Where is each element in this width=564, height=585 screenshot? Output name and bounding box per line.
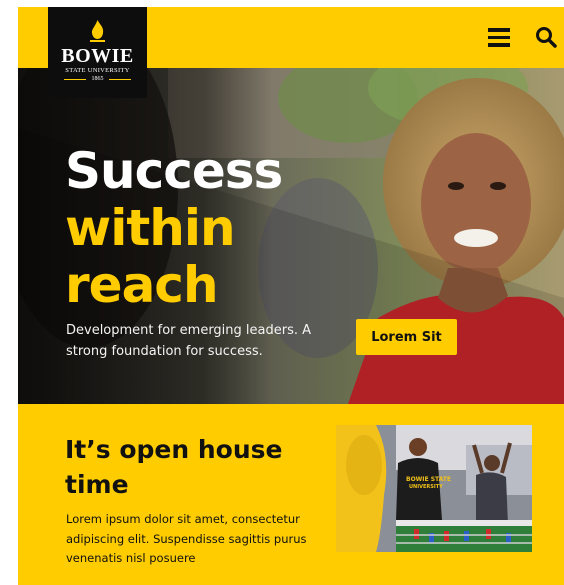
hamburger-menu-icon[interactable]	[488, 28, 510, 47]
logo-subtitle: STATE UNIVERSITY	[65, 67, 130, 74]
search-icon[interactable]	[535, 26, 557, 48]
torch-flame-icon	[90, 20, 105, 42]
logo-year: 1865	[91, 76, 104, 82]
hero-description: Development for emerging leaders. A stro…	[66, 323, 312, 359]
open-house-title: It’s open house time	[65, 435, 283, 499]
open-house-section: It’s open house time Lorem ipsum dolor s…	[18, 404, 564, 585]
hero-headline-line-2: within	[65, 199, 236, 257]
open-house-photo: BOWIE STATE UNIVERSITY	[336, 425, 532, 552]
university-logo[interactable]: BOWIE STATE UNIVERSITY 1865	[48, 7, 147, 98]
photo-shirt-line-2: UNIVERSITY	[409, 484, 443, 490]
hero-headline-line-1: Success	[65, 142, 283, 200]
site-header: BOWIE STATE UNIVERSITY 1865	[18, 7, 564, 98]
page: Success within reach Development for eme…	[18, 7, 564, 585]
open-house-body: Lorem ipsum dolor sit amet, consectetur …	[66, 512, 307, 565]
hero-headline-line-3: reach	[65, 256, 219, 314]
hero-banner: Success within reach Development for eme…	[18, 68, 564, 404]
photo-shirt-line-1: BOWIE STATE	[406, 476, 451, 483]
hero-headline: Success within reach	[65, 142, 283, 314]
hero-cta-button[interactable]: Lorem Sit	[356, 319, 457, 355]
logo-name: BOWIE	[61, 45, 134, 67]
logo-divider-right	[109, 79, 131, 80]
